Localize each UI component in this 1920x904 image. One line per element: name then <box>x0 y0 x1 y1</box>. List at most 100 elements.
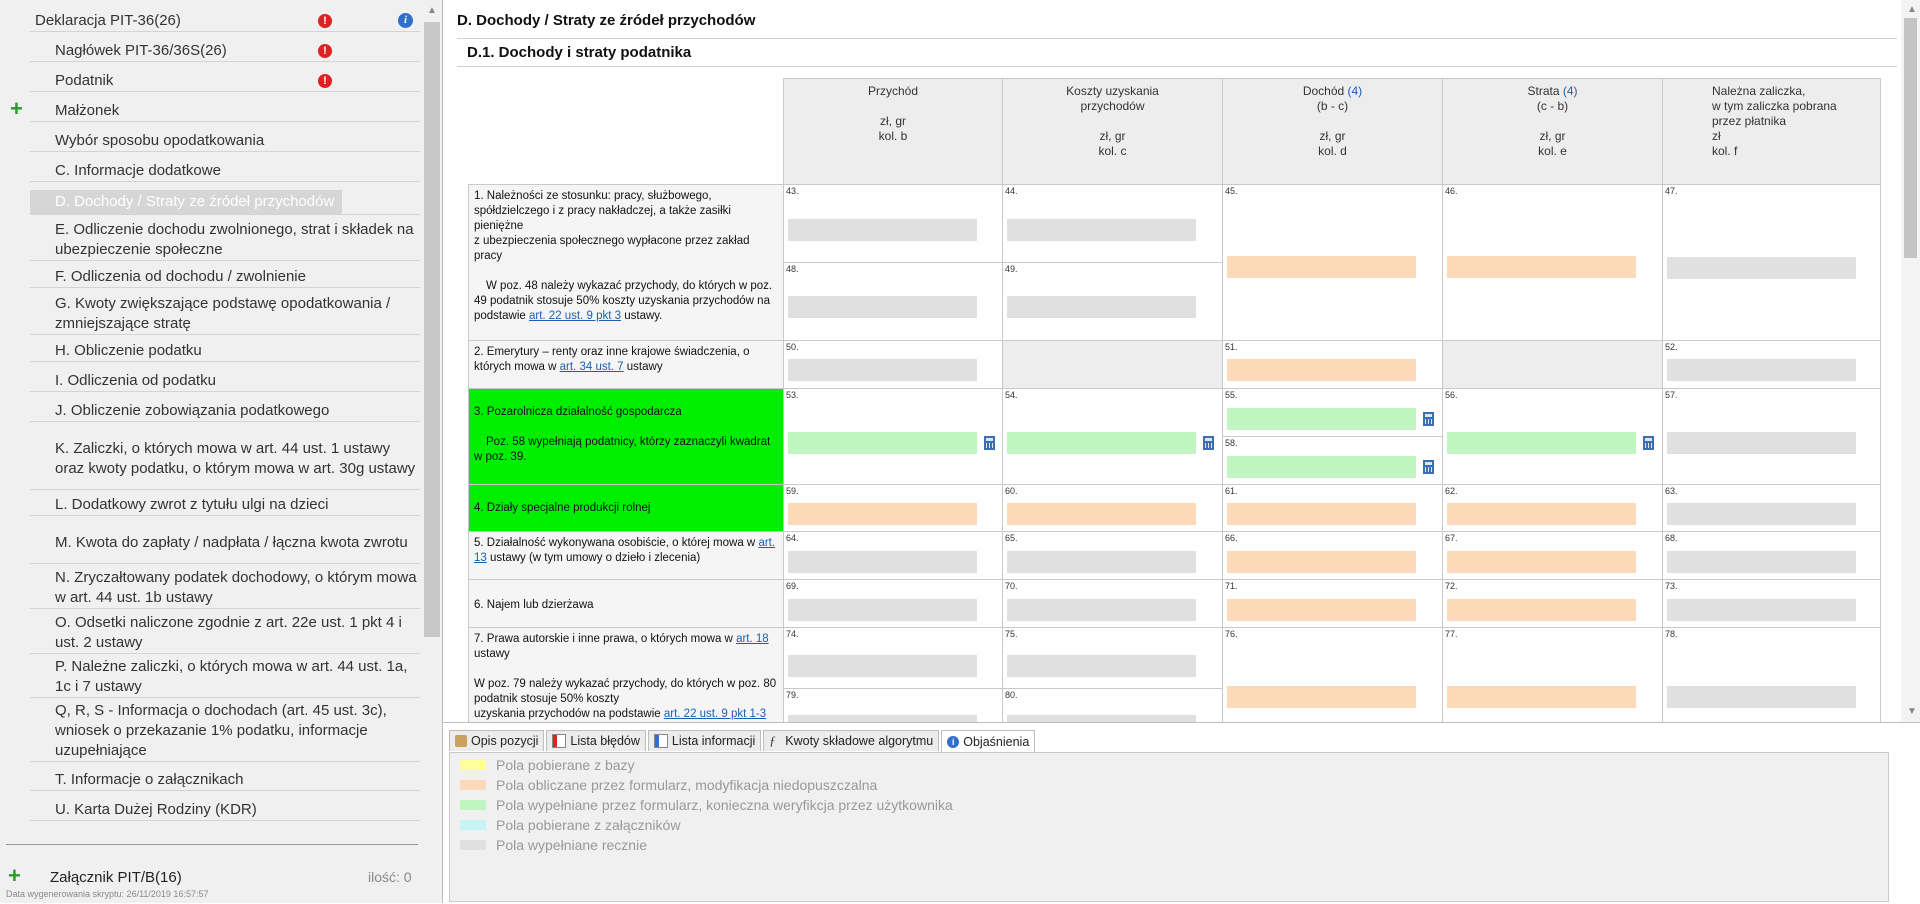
field-number: 69. <box>786 581 799 591</box>
tree-item-taxation-method[interactable]: Wybór sposobu opodatkowania <box>30 130 420 152</box>
tree-item-section-j[interactable]: J. Obliczenie zobowiązania podatkowego <box>30 400 420 422</box>
folder-icon <box>455 735 467 747</box>
field-54[interactable] <box>1007 432 1196 454</box>
column-code: kol. c <box>1098 144 1127 158</box>
tree-item-section-e[interactable]: E. Odliczenie dochodu zwolnionego, strat… <box>30 219 420 261</box>
calculator-icon[interactable] <box>1423 460 1434 474</box>
tab-label: Opis pozycji <box>471 734 539 748</box>
field-57[interactable] <box>1667 432 1856 454</box>
row-text: 4. Działy specjalne produkcji rolnej <box>474 502 651 514</box>
field-48[interactable] <box>788 296 977 318</box>
field-43[interactable] <box>788 219 977 241</box>
field-49[interactable] <box>1007 296 1196 318</box>
main-scroll-thumb[interactable] <box>1904 18 1917 258</box>
tree-item-section-c[interactable]: C. Informacje dodatkowe <box>30 160 420 182</box>
add-icon[interactable]: + <box>8 865 21 887</box>
field-63[interactable] <box>1667 503 1856 525</box>
field-number: 50. <box>786 342 799 352</box>
tree-item-label: Q, R, S - Informacja o dochodach (art. 4… <box>55 701 387 759</box>
law-link[interactable]: art. 34 ust. 7 <box>560 361 624 373</box>
color-swatch <box>460 760 486 770</box>
tree-item-spouse[interactable]: Małżonek <box>30 100 420 122</box>
field-73[interactable] <box>1667 599 1856 621</box>
tree-item-section-p[interactable]: P. Należne zaliczki, o których mowa w ar… <box>30 656 420 698</box>
sidebar-scroll-thumb[interactable] <box>424 22 440 637</box>
field-78[interactable] <box>1667 686 1856 708</box>
calculator-icon[interactable] <box>1643 436 1654 450</box>
tree-item-declaration-root[interactable]: Deklaracja PIT-36(26) <box>30 10 420 32</box>
attachment-label[interactable]: Załącznik PIT/B(16) <box>50 869 182 886</box>
tab-explanations[interactable]: i Objaśnienia <box>941 730 1036 753</box>
footnote-link[interactable]: (4) <box>1348 84 1363 98</box>
column-title: Strata <box>1527 84 1563 98</box>
tab-label: Lista błędów <box>570 734 640 748</box>
tree-item-section-d[interactable]: D. Dochody / Straty ze źródeł przychodów <box>30 189 420 215</box>
footnote-link[interactable]: (4) <box>1563 84 1578 98</box>
field-44[interactable] <box>1007 219 1196 241</box>
tree-item-section-qrs[interactable]: Q, R, S - Informacja o dochodach (art. 4… <box>30 700 420 762</box>
field-68[interactable] <box>1667 551 1856 573</box>
tree-item-section-n[interactable]: N. Zryczałtowany podatek dochodowy, o kt… <box>30 567 420 609</box>
divider <box>457 38 1897 39</box>
divider <box>6 844 418 845</box>
column-code: kol. b <box>878 129 908 143</box>
field-50[interactable] <box>788 359 977 381</box>
tree-item-section-m[interactable]: M. Kwota do zapłaty / nadpłata / łączna … <box>30 522 420 564</box>
error-list-icon <box>552 734 567 748</box>
tree-item-section-t[interactable]: T. Informacje o załącznikach <box>30 769 420 791</box>
scroll-down-icon[interactable]: ▼ <box>1907 706 1917 717</box>
field-55[interactable] <box>1227 408 1416 430</box>
field-58[interactable] <box>1227 456 1416 478</box>
column-header-income: Przychód zł, gr kol. b <box>783 78 1003 185</box>
field-69[interactable] <box>788 599 977 621</box>
tree-item-section-u[interactable]: U. Karta Dużej Rodziny (KDR) <box>30 799 420 821</box>
grid-cell <box>1442 340 1663 389</box>
field-80[interactable] <box>1007 715 1196 722</box>
field-56[interactable] <box>1447 432 1636 454</box>
tab-position-description[interactable]: Opis pozycji <box>449 730 545 751</box>
tree-item-taxpayer[interactable]: Podatnik <box>30 70 420 92</box>
subsection-title: D.1. Dochody i straty podatnika <box>467 44 692 61</box>
info-icon[interactable]: i <box>398 13 413 28</box>
field-53[interactable] <box>788 432 977 454</box>
tree-item-section-h[interactable]: H. Obliczenie podatku <box>30 340 420 362</box>
field-47[interactable] <box>1667 257 1856 279</box>
tree-item-section-o[interactable]: O. Odsetki naliczone zgodnie z art. 22e … <box>30 612 420 654</box>
field-number: 55. <box>1225 390 1238 400</box>
tree-item-section-f[interactable]: F. Odliczenia od dochodu / zwolnienie <box>30 266 420 288</box>
field-65[interactable] <box>1007 551 1196 573</box>
law-link[interactable]: art. 18 <box>736 633 769 645</box>
field-64[interactable] <box>788 551 977 573</box>
add-icon[interactable]: + <box>10 98 23 120</box>
law-link[interactable]: art. 22 ust. 9 pkt 3 <box>529 310 621 322</box>
field-79[interactable] <box>788 715 977 722</box>
tree-item-label: E. Odliczenie dochodu zwolnionego, strat… <box>55 220 414 258</box>
tab-algorithm-amounts[interactable]: ƒ Kwoty składowe algorytmu <box>763 730 940 751</box>
field-number: 60. <box>1005 486 1018 496</box>
tree-item-section-l[interactable]: L. Dodatkowy zwrot z tytułu ulgi na dzie… <box>30 494 420 516</box>
tree-item-header[interactable]: Nagłówek PIT-36/36S(26) <box>30 40 420 62</box>
generated-date: Data wygenerowania skryptu: 26/11/2019 1… <box>6 889 209 899</box>
bottom-panel: Opis pozycji Lista błędów Lista informac… <box>443 722 1920 904</box>
tree-item-label: I. Odliczenia od podatku <box>55 371 216 389</box>
tree-item-section-i[interactable]: I. Odliczenia od podatku <box>30 370 420 392</box>
tab-error-list[interactable]: Lista błędów <box>546 730 646 751</box>
calculator-icon[interactable] <box>1423 412 1434 426</box>
law-link[interactable]: art. 22 ust. 9 pkt 1-3 <box>664 708 766 720</box>
tree-item-section-k[interactable]: K. Zaliczki, o których mowa w art. 44 us… <box>30 428 420 490</box>
tab-info-list[interactable]: Lista informacji <box>647 730 762 751</box>
tree-item-section-g[interactable]: G. Kwoty zwiększające podstawę opodatkow… <box>30 293 420 335</box>
calculator-icon[interactable] <box>1203 436 1214 450</box>
field-75[interactable] <box>1007 655 1196 677</box>
column-subtitle: (b - c) <box>1316 99 1349 113</box>
error-icon: ! <box>318 14 332 28</box>
field-74[interactable] <box>788 655 977 677</box>
row-text: W poz. 79 należy wykazać przychody, do k… <box>474 678 777 705</box>
calculator-icon[interactable] <box>984 436 995 450</box>
scroll-up-icon[interactable]: ▲ <box>427 5 437 16</box>
field-70[interactable] <box>1007 599 1196 621</box>
field-number: 54. <box>1005 390 1018 400</box>
scroll-up-icon[interactable]: ▲ <box>1907 4 1917 15</box>
field-52[interactable] <box>1667 359 1856 381</box>
field-number: 74. <box>786 629 799 639</box>
